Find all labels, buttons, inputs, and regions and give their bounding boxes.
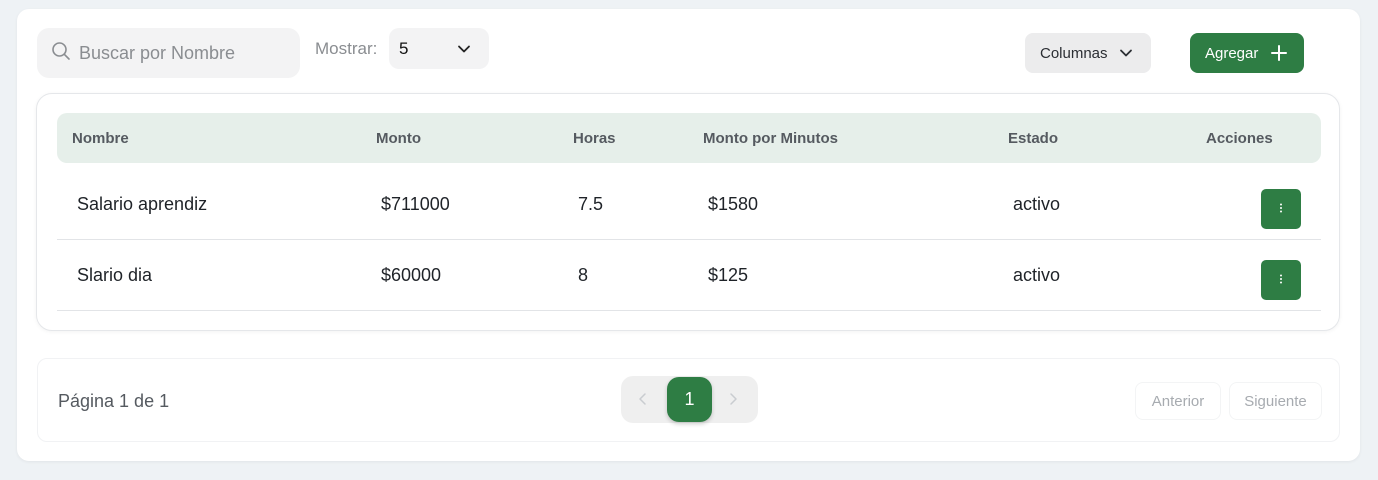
search-icon bbox=[51, 41, 71, 66]
table-row: Slario dia $60000 8 $125 activo bbox=[57, 240, 1321, 311]
chevron-left-icon[interactable] bbox=[637, 392, 649, 411]
next-button[interactable]: Siguiente bbox=[1229, 382, 1322, 420]
chevron-down-icon bbox=[457, 41, 471, 61]
data-table: Nombre Monto Horas Monto por Minutos Est… bbox=[36, 93, 1340, 331]
header-nombre: Nombre bbox=[72, 130, 129, 147]
cell-nombre: Salario aprendiz bbox=[77, 194, 208, 214]
rows-per-page-select[interactable]: 5 bbox=[389, 28, 489, 69]
cell-horas: 7.5 bbox=[578, 194, 604, 214]
header-horas: Horas bbox=[573, 130, 616, 147]
chevron-right-icon[interactable] bbox=[727, 392, 739, 411]
more-vertical-icon bbox=[1279, 271, 1283, 289]
header-acciones: Acciones bbox=[1206, 130, 1273, 147]
page-selector: 1 bbox=[621, 376, 758, 423]
pagination-bar: Página 1 de 1 1 Anterior Siguiente bbox=[37, 358, 1340, 442]
previous-button[interactable]: Anterior bbox=[1135, 382, 1221, 420]
add-label: Agregar bbox=[1205, 44, 1259, 62]
show-label: Mostrar: bbox=[315, 39, 378, 58]
cell-estado: activo bbox=[1013, 265, 1061, 285]
columns-label: Columnas bbox=[1040, 44, 1108, 62]
cell-monto-minutos: $125 bbox=[708, 265, 749, 285]
row-actions-button[interactable] bbox=[1261, 260, 1301, 300]
cell-horas: 8 bbox=[578, 265, 589, 285]
page-info: Página 1 de 1 bbox=[58, 391, 170, 411]
cell-nombre: Slario dia bbox=[77, 265, 153, 285]
cell-monto: $60000 bbox=[381, 265, 442, 285]
cell-estado: activo bbox=[1013, 194, 1061, 214]
plus-icon bbox=[1271, 45, 1287, 65]
row-actions-button[interactable] bbox=[1261, 189, 1301, 229]
header-monto: Monto bbox=[376, 130, 421, 147]
columns-button[interactable]: Columnas bbox=[1025, 33, 1151, 73]
chevron-down-icon bbox=[1119, 46, 1133, 64]
header-estado: Estado bbox=[1008, 130, 1059, 147]
search-input[interactable] bbox=[79, 42, 289, 64]
rows-per-page-value: 5 bbox=[399, 38, 409, 58]
header-monto-por-minutos: Monto por Minutos bbox=[703, 130, 838, 147]
page-button-current[interactable]: 1 bbox=[667, 377, 712, 422]
more-vertical-icon bbox=[1279, 200, 1283, 218]
add-button[interactable]: Agregar bbox=[1190, 33, 1304, 73]
cell-monto: $711000 bbox=[381, 194, 450, 214]
search-box[interactable] bbox=[37, 28, 300, 78]
cell-monto-minutos: $1580 bbox=[708, 194, 759, 214]
table-header: Nombre Monto Horas Monto por Minutos Est… bbox=[57, 113, 1321, 163]
table-row: Salario aprendiz $711000 7.5 $1580 activ… bbox=[57, 169, 1321, 240]
